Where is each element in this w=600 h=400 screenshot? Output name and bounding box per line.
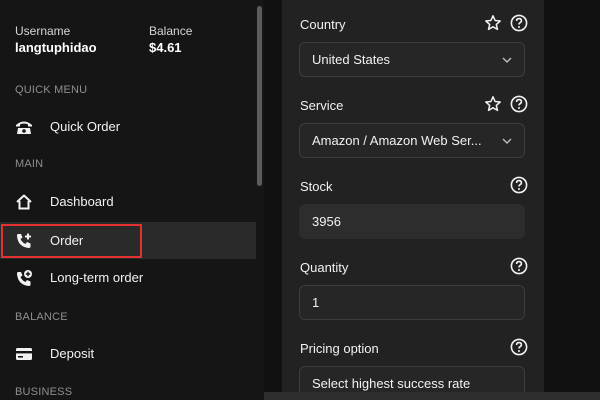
service-field-icons bbox=[484, 95, 528, 118]
quantity-value: 1 bbox=[312, 295, 320, 310]
stock-field-icons bbox=[510, 176, 528, 199]
credit-card-icon bbox=[14, 344, 34, 364]
help-icon[interactable] bbox=[510, 14, 528, 37]
country-field-icons bbox=[484, 14, 528, 37]
star-icon[interactable] bbox=[484, 95, 502, 118]
sidebar-item-quick-order[interactable]: Quick Order bbox=[0, 108, 256, 145]
chevron-down-icon bbox=[502, 55, 512, 65]
username-value: langtuphidao bbox=[15, 40, 97, 55]
pricing-option-label: Pricing option bbox=[300, 341, 379, 356]
username-block: Username langtuphidao bbox=[15, 24, 97, 56]
section-main: MAIN bbox=[15, 158, 44, 170]
quantity-label: Quantity bbox=[300, 260, 349, 275]
pricing-field-icons bbox=[510, 338, 528, 361]
order-highlight-box bbox=[1, 224, 142, 258]
stock-field: 3956 bbox=[299, 204, 525, 239]
section-business: BUSINESS bbox=[15, 386, 73, 398]
quantity-input[interactable]: 1 bbox=[299, 285, 525, 320]
sidebar-item-label: Dashboard bbox=[50, 194, 114, 209]
sidebar: Username langtuphidao Balance $4.61 QUIC… bbox=[0, 0, 256, 400]
phone-icon bbox=[14, 117, 34, 137]
sidebar-scrollbar-thumb[interactable] bbox=[257, 6, 262, 186]
order-form-panel: Country United States Service Amazon / A… bbox=[282, 0, 544, 400]
balance-label: Balance bbox=[149, 24, 193, 38]
help-icon[interactable] bbox=[510, 176, 528, 199]
country-select-value: United States bbox=[312, 52, 391, 67]
username-label: Username bbox=[15, 24, 71, 38]
service-select-value: Amazon / Amazon Web Ser... bbox=[312, 133, 482, 148]
sidebar-item-label: Long-term order bbox=[50, 270, 144, 285]
section-balance: BALANCE bbox=[15, 311, 68, 323]
stock-label: Stock bbox=[300, 179, 333, 194]
sidebar-item-label: Quick Order bbox=[50, 119, 121, 134]
country-select[interactable]: United States bbox=[299, 42, 525, 77]
balance-block: Balance $4.61 bbox=[149, 24, 192, 56]
chevron-down-icon bbox=[502, 136, 512, 146]
stock-value: 3956 bbox=[312, 214, 341, 229]
phone-add-circle-icon bbox=[14, 268, 34, 288]
sidebar-item-deposit[interactable]: Deposit bbox=[0, 335, 256, 372]
star-icon[interactable] bbox=[484, 14, 502, 37]
sidebar-scrollbar[interactable] bbox=[256, 0, 264, 400]
country-label: Country bbox=[300, 17, 346, 32]
sidebar-item-label: Deposit bbox=[50, 346, 95, 361]
help-icon[interactable] bbox=[510, 257, 528, 280]
main-content: Country United States Service Amazon / A… bbox=[264, 0, 600, 400]
sidebar-item-dashboard[interactable]: Dashboard bbox=[0, 183, 256, 220]
home-icon bbox=[14, 192, 34, 212]
service-select[interactable]: Amazon / Amazon Web Ser... bbox=[299, 123, 525, 158]
horizontal-scrollbar[interactable] bbox=[264, 392, 600, 400]
help-icon[interactable] bbox=[510, 338, 528, 361]
section-quick-menu: QUICK MENU bbox=[15, 84, 88, 96]
sidebar-item-long-term-order[interactable]: Long-term order bbox=[0, 259, 256, 296]
quantity-field-icons bbox=[510, 257, 528, 280]
balance-value: $4.61 bbox=[149, 40, 182, 55]
pricing-option-value: Select highest success rate bbox=[312, 376, 471, 391]
service-label: Service bbox=[300, 98, 344, 113]
help-icon[interactable] bbox=[510, 95, 528, 118]
